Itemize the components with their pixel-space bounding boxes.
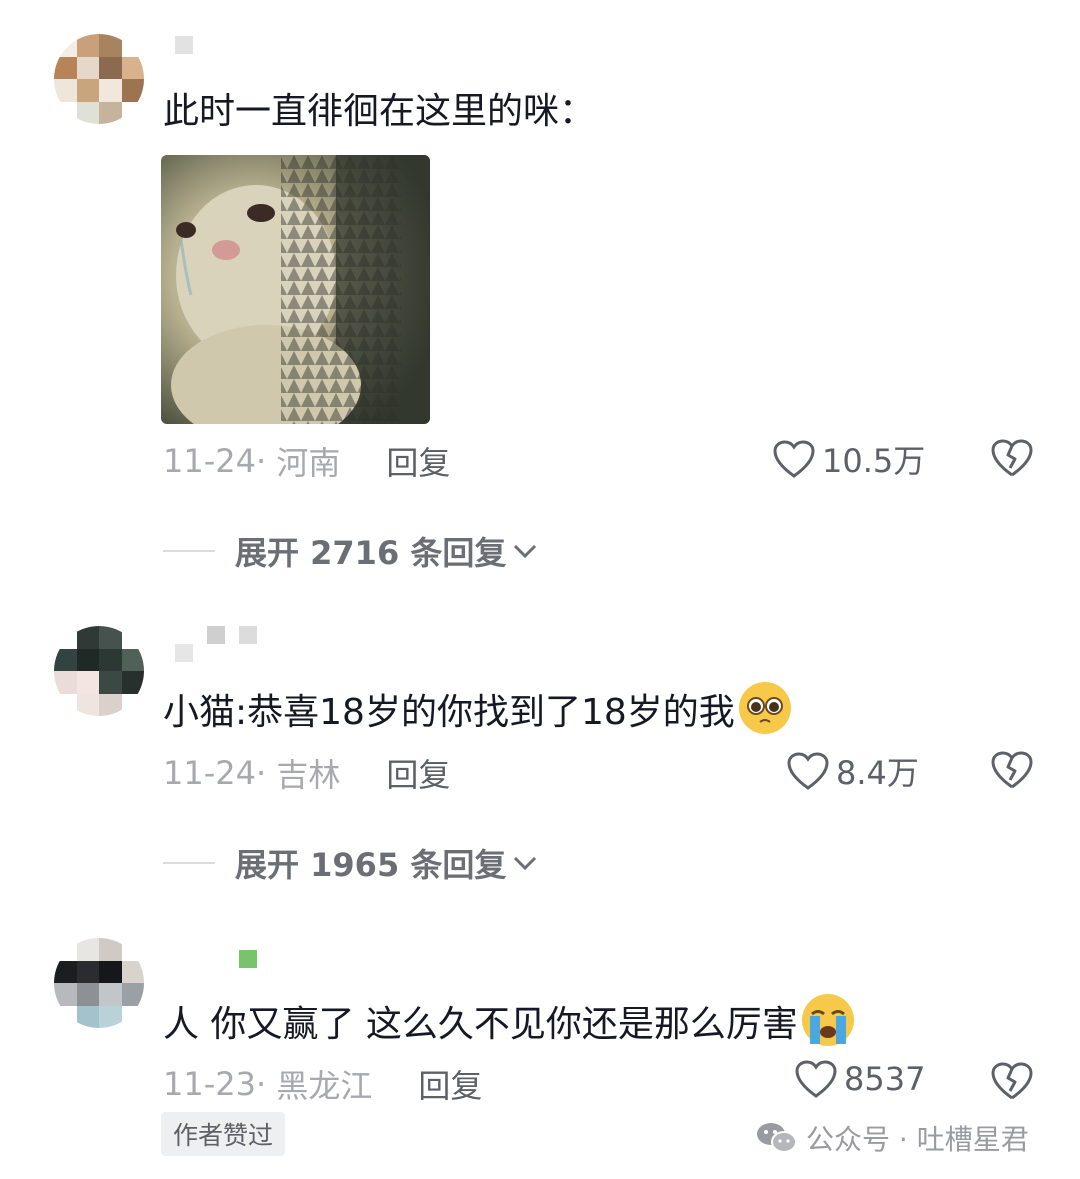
expand-replies-button[interactable]: 展开 1965 条回复: [163, 840, 538, 886]
divider-line: [163, 550, 215, 552]
username-blurred[interactable]: [175, 950, 257, 974]
heart-icon: [787, 752, 829, 790]
avatar[interactable]: [54, 938, 144, 1028]
broken-heart-icon[interactable]: [990, 750, 1034, 790]
wechat-icon: [757, 1123, 797, 1153]
author-liked-badge: 作者赞过: [161, 1112, 286, 1156]
like-count: 8.4万: [836, 754, 919, 792]
expand-replies-label: 展开 2716 条回复: [235, 534, 507, 572]
comment-text-content: 小猫:恭喜18岁的你找到了18岁的我: [163, 692, 735, 733]
reply-button[interactable]: 回复: [386, 750, 450, 796]
comment-location: 吉林: [276, 756, 341, 794]
heart-icon: [795, 1060, 837, 1098]
comment-location: 河南: [276, 444, 341, 482]
pleading-face-emoji: [738, 682, 791, 734]
reply-button[interactable]: 回复: [386, 438, 450, 484]
like-count: 8537: [844, 1060, 926, 1098]
avatar[interactable]: [54, 626, 144, 716]
comment-date: 11-24: [163, 442, 256, 480]
expand-replies-button[interactable]: 展开 2716 条回复: [163, 528, 538, 574]
like-button[interactable]: 10.5万: [772, 436, 925, 482]
username-blurred[interactable]: [175, 36, 193, 60]
comment-text: 人 你又赢了 这么久不见你还是那么厉害: [163, 994, 854, 1047]
chevron-down-icon: [514, 856, 537, 871]
crying-cat-photo[interactable]: [161, 155, 430, 424]
loudly-crying-face-emoji: [801, 994, 854, 1046]
comment-meta: 11-24 · 吉林 回复: [163, 750, 450, 796]
comment-text: 此时一直徘徊在这里的咪：: [163, 91, 596, 132]
comment-location: 黑龙江: [276, 1067, 373, 1105]
like-button[interactable]: 8.4万: [786, 748, 919, 794]
like-count: 10.5万: [822, 442, 926, 480]
reply-button[interactable]: 回复: [418, 1061, 482, 1107]
avatar[interactable]: [54, 34, 144, 124]
comment-meta: 11-24 · 河南 回复: [163, 438, 450, 484]
comment-date: 11-24: [163, 754, 256, 792]
like-button[interactable]: 8537: [794, 1059, 925, 1099]
expand-replies-label: 展开 1965 条回复: [235, 846, 507, 884]
chevron-down-icon: [514, 544, 537, 559]
heart-icon: [773, 440, 815, 478]
broken-heart-icon[interactable]: [990, 1061, 1034, 1101]
comment-meta: 11-23 · 黑龙江 回复: [163, 1061, 482, 1107]
comment-text-content: 人 你又赢了 这么久不见你还是那么厉害: [163, 1004, 798, 1045]
watermark-text: 公众号 · 吐槽星君: [806, 1123, 1029, 1156]
watermark: 公众号 · 吐槽星君: [756, 1118, 1029, 1158]
divider-line: [163, 862, 215, 864]
comment-text: 小猫:恭喜18岁的你找到了18岁的我: [163, 682, 791, 735]
username-blurred[interactable]: [175, 626, 257, 662]
comment-date: 11-23: [163, 1065, 256, 1103]
broken-heart-icon[interactable]: [990, 438, 1034, 478]
